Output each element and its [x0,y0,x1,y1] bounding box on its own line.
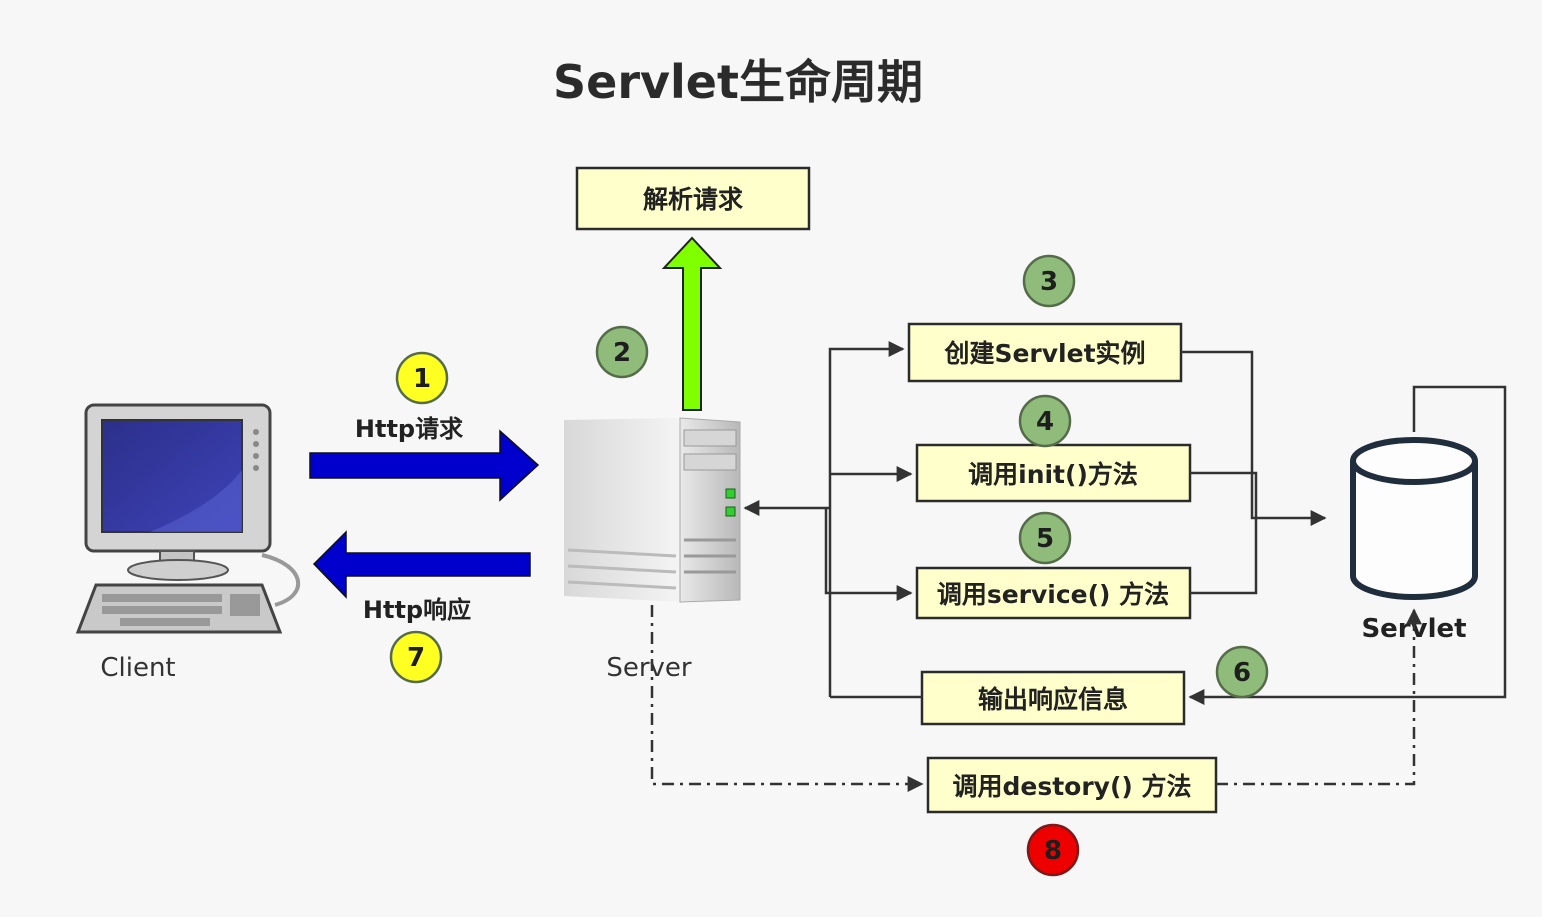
step-badge-number: 1 [413,364,431,394]
step-output-label: 输出响应信息 [978,685,1128,714]
step-badge-number: 3 [1040,267,1058,297]
bus-vertical-connector [828,341,905,697]
step-badge-number: 2 [613,338,631,368]
step-service-box: 调用service() 方法 [915,566,1192,620]
server-to-destroy-connector [650,605,924,792]
step-badge-8: 8 [1026,823,1080,877]
step-badge-6: 6 [1215,645,1269,699]
server-label: Server [606,653,692,683]
step-badge-1: 1 [395,351,449,405]
http-response-arrow [312,530,531,599]
step-create-label: 创建Servlet实例 [943,339,1145,368]
step-parse-box: 解析请求 [575,166,811,231]
step-service-label: 调用service() 方法 [937,580,1169,609]
step-parse-label: 解析请求 [643,185,743,214]
server-icon [564,417,741,603]
page-title: Servlet生命周期 [553,55,923,109]
step-badge-3: 3 [1022,254,1076,308]
step-badge-5: 5 [1018,511,1072,565]
step-badge-4: 4 [1018,394,1072,448]
step-destroy-box: 调用destory() 方法 [926,756,1218,814]
step-init-label: 调用init()方法 [968,460,1138,489]
computer-icon [75,403,301,634]
bus-to-service-connector [824,508,913,601]
http-request-label: Http请求 [355,415,463,443]
step-badge-number: 7 [407,643,425,673]
http-response-label: Http响应 [363,596,471,624]
step-create-box: 创建Servlet实例 [907,322,1183,383]
step-badge-number: 4 [1036,407,1054,437]
create-to-servlet-connector [1181,350,1327,526]
init-to-servlet-connector [1190,471,1258,518]
step-destroy-label: 调用destory() 方法 [952,772,1191,801]
step-badge-number: 6 [1233,658,1251,688]
step-output-box: 输出响应信息 [920,670,1186,726]
diagram-stage: Servlet生命周期 Client Http请求 Http响应 Server … [0,0,1542,912]
client-label: Client [100,653,175,683]
step-badge-2: 2 [595,325,649,379]
step-init-box: 调用init()方法 [915,443,1192,503]
servlet-cylinder-icon [1350,437,1478,600]
step-badge-number: 5 [1036,524,1054,554]
step-badge-number: 8 [1044,836,1062,866]
parse-request-arrow [661,236,723,411]
service-to-servlet-connector [1190,518,1258,595]
servlet-lifecycle-diagram: Servlet生命周期 Client Http请求 Http响应 Server … [75,55,1507,877]
step-badge-7: 7 [389,630,443,684]
